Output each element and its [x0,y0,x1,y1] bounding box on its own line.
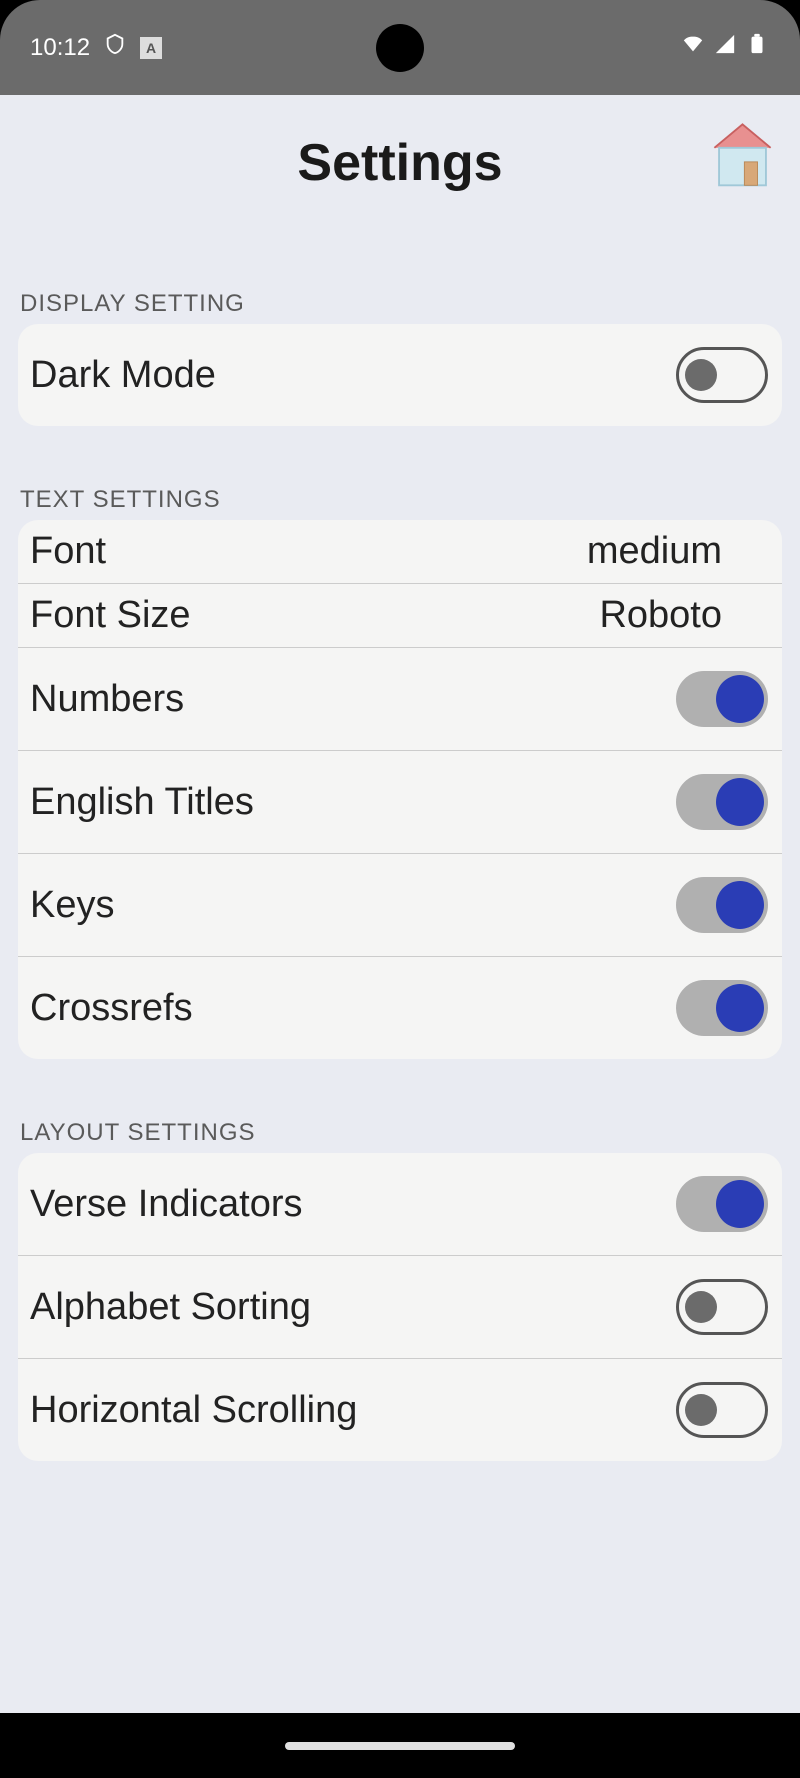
row-numbers: Numbers [18,648,782,750]
nav-bar [0,1713,800,1778]
row-verse-indicators: Verse Indicators [18,1153,782,1255]
label-dark-mode: Dark Mode [30,354,216,397]
section-header-text: TEXT SETTINGS [18,486,782,514]
page-title: Settings [297,133,502,193]
value-font-size: Roboto [599,594,768,637]
camera-notch [376,24,424,72]
row-english-titles: English Titles [18,751,782,853]
toggle-horizontal-scrolling[interactable] [676,1382,768,1438]
section-header-layout: LAYOUT SETTINGS [18,1119,782,1147]
section-text: TEXT SETTINGS Font medium Font Size Robo… [0,486,800,1059]
label-verse-indicators: Verse Indicators [30,1183,302,1226]
wifi-icon [680,33,706,62]
label-english-titles: English Titles [30,781,254,824]
toggle-dark-mode[interactable] [676,347,768,403]
row-crossrefs: Crossrefs [18,957,782,1059]
status-left: 10:12 A [30,31,162,64]
content: Settings DISPLAY SETTING Dark Mode TEX [0,95,800,1713]
row-font-size[interactable]: Font Size Roboto [18,584,782,648]
label-crossrefs: Crossrefs [30,987,193,1030]
card-text: Font medium Font Size Roboto Numbers Eng… [18,520,782,1059]
nav-pill[interactable] [285,1742,515,1750]
row-font[interactable]: Font medium [18,520,782,584]
row-dark-mode: Dark Mode [18,324,782,426]
device-frame: 10:12 A Settings [0,0,800,1778]
toggle-keys[interactable] [676,877,768,933]
label-font: Font [30,530,106,573]
row-alphabet-sorting: Alphabet Sorting [18,1256,782,1358]
toggle-verse-indicators[interactable] [676,1176,768,1232]
value-font: medium [587,530,768,573]
status-right [680,33,770,62]
section-header-display: DISPLAY SETTING [18,290,782,318]
toggle-english-titles[interactable] [676,774,768,830]
card-display: Dark Mode [18,324,782,426]
toggle-alphabet-sorting[interactable] [676,1279,768,1335]
label-keys: Keys [30,884,114,927]
label-font-size: Font Size [30,594,191,637]
toggle-crossrefs[interactable] [676,980,768,1036]
label-alphabet-sorting: Alphabet Sorting [30,1286,311,1329]
row-keys: Keys [18,854,782,956]
status-time: 10:12 [30,34,90,62]
header: Settings [0,95,800,230]
status-bar: 10:12 A [0,0,800,95]
card-layout: Verse Indicators Alphabet Sorting Horizo… [18,1153,782,1461]
toggle-numbers[interactable] [676,671,768,727]
battery-icon [744,33,770,62]
section-display: DISPLAY SETTING Dark Mode [0,290,800,426]
signal-icon [712,33,738,62]
label-horizontal-scrolling: Horizontal Scrolling [30,1389,357,1432]
section-layout: LAYOUT SETTINGS Verse Indicators Alphabe… [0,1119,800,1461]
shield-icon [104,31,126,64]
home-icon[interactable] [705,115,780,190]
label-numbers: Numbers [30,678,184,721]
row-horizontal-scrolling: Horizontal Scrolling [18,1359,782,1461]
keyboard-indicator-icon: A [140,37,162,59]
